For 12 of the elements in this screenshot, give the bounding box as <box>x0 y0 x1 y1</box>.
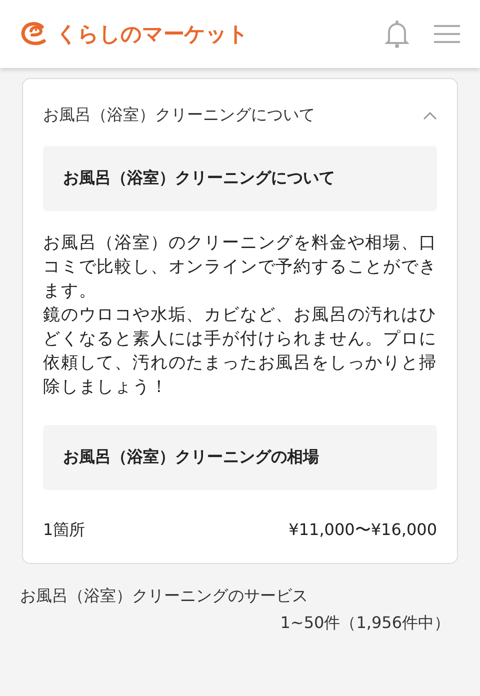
chevron-icon <box>423 112 437 120</box>
bell-icon[interactable] <box>384 19 410 49</box>
menu-icon[interactable] <box>434 24 460 44</box>
services-title: お風呂（浴室）クリーニングのサービス <box>19 585 309 607</box>
section-heading: お風呂（浴室）クリーニングの相場 <box>43 425 437 490</box>
accordion-header[interactable]: お風呂（浴室）クリーニングについて <box>43 79 437 146</box>
description-text: 鏡のウロコや水垢、カビなど、お風呂の汚れはひどくなると素人には手が付けられません。プロに依頼して、汚れのたまったお風呂をしっかりと掃除しましょう！ <box>43 304 437 399</box>
price-range: ¥11,000〜¥16,000 <box>288 520 437 541</box>
section-heading: お風呂（浴室）クリーニングについて <box>43 146 437 211</box>
result-count: 1~50件（1,956件中） <box>279 612 451 634</box>
description-text: お風呂（浴室）のクリーニングを料金や相場、口コミで比較し、オンラインで予約することができます。 <box>43 232 437 303</box>
price-label: 1箇所 <box>43 520 86 541</box>
